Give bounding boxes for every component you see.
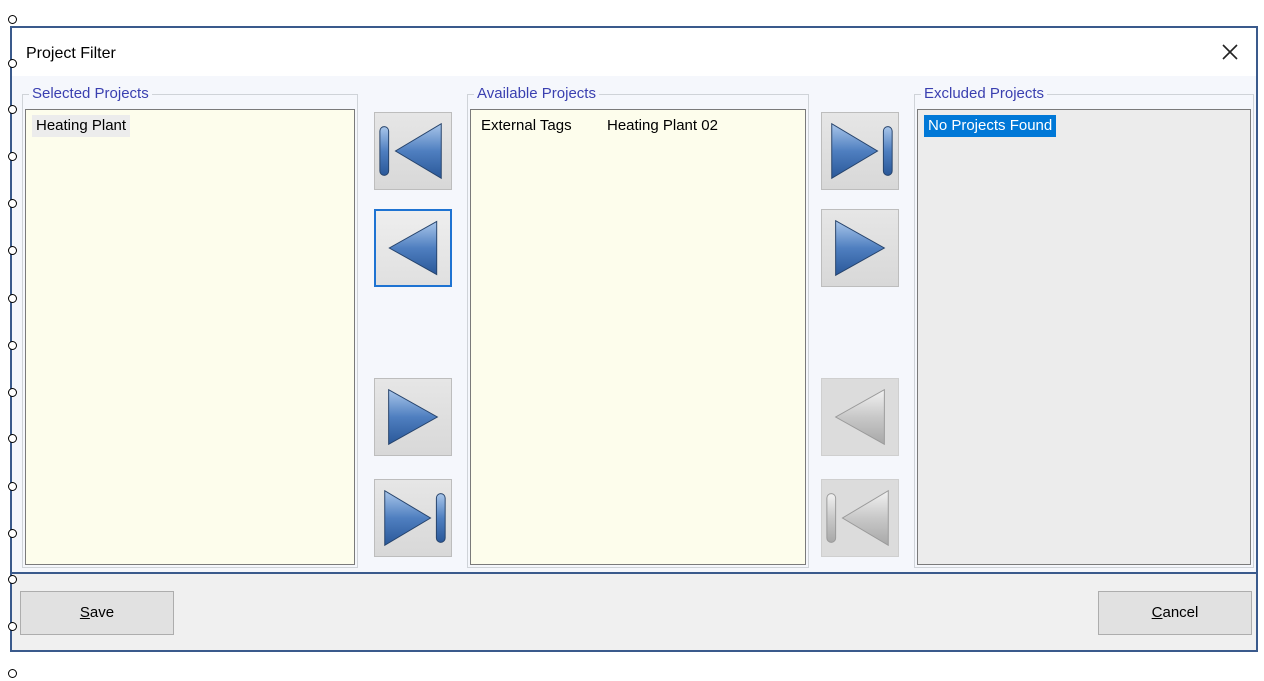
- dialog-footer: Save Cancel: [12, 574, 1256, 650]
- move-left-icon: [388, 220, 438, 276]
- save-label: ave: [89, 604, 115, 621]
- remove-all-from-excluded-button[interactable]: [821, 479, 899, 557]
- list-item[interactable]: External Tags: [477, 115, 576, 137]
- excluded-projects-list[interactable]: No Projects Found: [917, 109, 1251, 565]
- margin-marker: [8, 622, 17, 631]
- remove-from-selected-button[interactable]: [374, 378, 452, 456]
- cancel-button[interactable]: Cancel: [1098, 591, 1252, 635]
- move-right-icon: [388, 388, 439, 446]
- margin-marker: [8, 15, 17, 24]
- move-left-icon: [834, 388, 885, 446]
- margin-marker: [8, 669, 17, 678]
- project-filter-dialog: Project Filter Selected Projects Heating…: [10, 26, 1258, 652]
- list-item[interactable]: Heating Plant: [32, 115, 131, 137]
- move-all-to-selected-button[interactable]: [374, 112, 452, 190]
- move-all-to-excluded-button[interactable]: [821, 112, 899, 190]
- move-to-selected-button[interactable]: [374, 209, 452, 287]
- margin-marker: [8, 529, 17, 538]
- margin-marker: [8, 575, 17, 584]
- selected-projects-list[interactable]: Heating Plant: [25, 109, 355, 565]
- margin-marker: [8, 482, 17, 491]
- margin-marker: [8, 152, 17, 161]
- excluded-projects-label: Excluded Projects: [921, 85, 1048, 103]
- margin-marker: [8, 199, 17, 208]
- cancel-mnemonic: C: [1151, 604, 1163, 621]
- excluded-projects-group: Excluded Projects No Projects Found: [914, 85, 1254, 568]
- title-bar: Project Filter: [12, 28, 1256, 76]
- remove-all-from-selected-button[interactable]: [374, 479, 452, 557]
- margin-marker: [8, 294, 17, 303]
- margin-marker: [8, 105, 17, 114]
- margin-marker: [8, 434, 17, 443]
- dialog-title: Project Filter: [26, 45, 116, 62]
- cancel-label: ancel: [1162, 604, 1199, 621]
- list-item[interactable]: No Projects Found: [924, 115, 1057, 137]
- save-mnemonic: S: [79, 604, 90, 621]
- move-right-icon: [835, 219, 886, 277]
- available-projects-group: Available Projects External Tags Heating…: [467, 85, 809, 568]
- available-projects-list[interactable]: External Tags Heating Plant 02: [470, 109, 806, 565]
- save-button[interactable]: Save: [20, 591, 174, 635]
- selected-projects-group: Selected Projects Heating Plant: [22, 85, 358, 568]
- list-item[interactable]: Heating Plant 02: [603, 115, 722, 137]
- move-to-excluded-button[interactable]: [821, 209, 899, 287]
- move-all-left-icon: [379, 122, 442, 180]
- available-projects-label: Available Projects: [474, 85, 599, 103]
- selected-projects-label: Selected Projects: [29, 85, 152, 103]
- margin-marker: [8, 341, 17, 350]
- close-icon[interactable]: [1216, 38, 1244, 66]
- move-all-right-icon: [831, 122, 893, 180]
- margin-marker: [8, 246, 17, 255]
- move-all-right-icon: [384, 489, 446, 547]
- move-all-left-icon: [826, 489, 889, 547]
- remove-from-excluded-button[interactable]: [821, 378, 899, 456]
- margin-marker: [8, 388, 17, 397]
- margin-marker: [8, 59, 17, 68]
